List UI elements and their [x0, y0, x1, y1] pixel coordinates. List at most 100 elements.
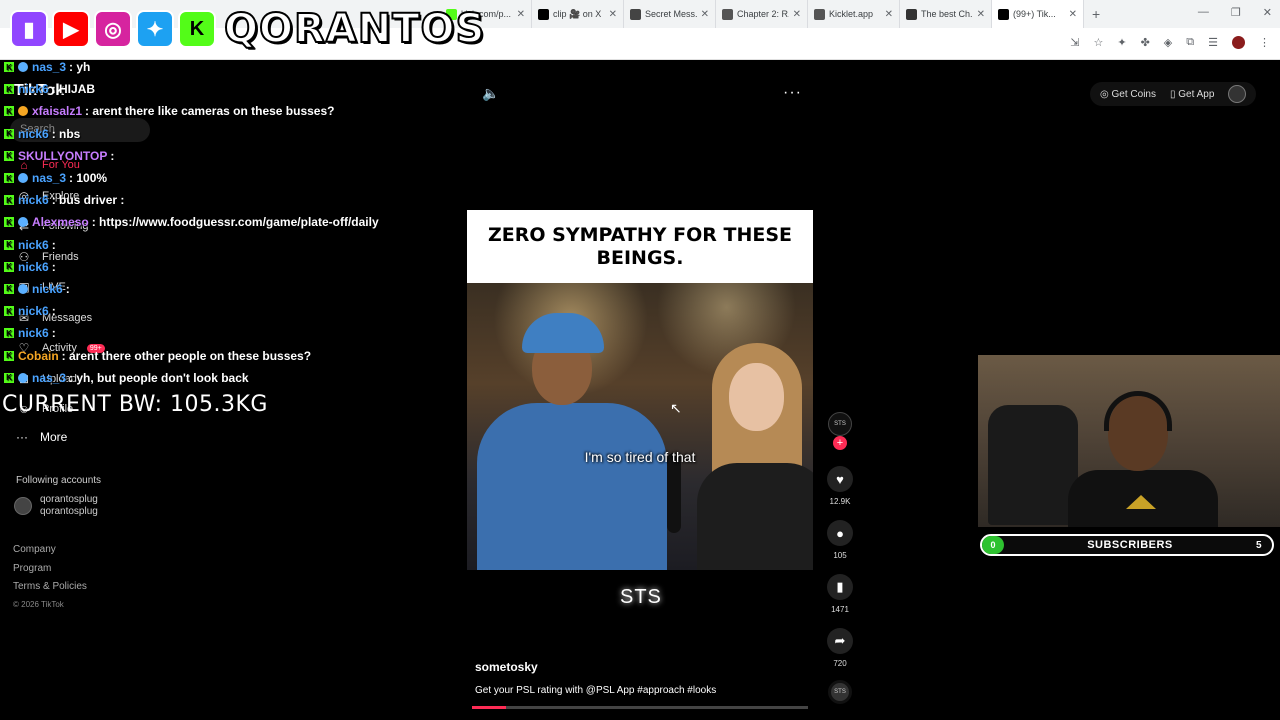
sound-disc[interactable]: STS [828, 680, 852, 704]
footer-link-terms[interactable]: Terms & Policies [13, 581, 87, 600]
extension-icon[interactable]: ✦ [1117, 36, 1126, 49]
chat-badge-icon [18, 372, 28, 383]
screen: kick.com/p...✕clip 🎥 on X✕Secret Mess...… [0, 0, 1280, 720]
footer-link-program[interactable]: Program [13, 563, 87, 582]
chat-username[interactable]: nas_3 [32, 60, 66, 74]
chat-text: : [51, 237, 56, 252]
extensions-puzzle-icon[interactable]: ⧉ [1186, 36, 1194, 49]
window-controls: — ❐ ✕ [1198, 6, 1272, 19]
close-tab-icon[interactable]: ✕ [977, 9, 985, 20]
tab-favicon-icon [538, 8, 549, 20]
person-right [697, 323, 813, 570]
stream-chat-overlay: Knas_3: yh Knick6: HIJAB Kxfaisalz1: arent… [4, 56, 444, 389]
comment-count: 105 [833, 551, 847, 560]
chat-message: Knick6: [4, 256, 444, 278]
chat-username[interactable]: nick6 [18, 238, 49, 252]
chat-username[interactable]: nick6 [18, 193, 49, 207]
reading-list-icon[interactable]: ☰ [1208, 36, 1218, 49]
chat-message: Kxfaisalz1: arent there like cameras on … [4, 100, 444, 122]
browser-tab[interactable]: (99+) Tik... ✕ [992, 0, 1084, 28]
minimize-icon[interactable]: — [1198, 6, 1209, 19]
following-accounts-heading: Following accounts [16, 475, 102, 486]
chat-text: : arent there like cameras on these buss… [85, 104, 335, 119]
extension-icon[interactable]: ◈ [1164, 36, 1172, 49]
more-options-icon[interactable]: ··· [783, 84, 802, 102]
comment-button[interactable]: ● 105 [825, 520, 855, 560]
install-icon[interactable]: ⇲ [1070, 36, 1079, 49]
close-tab-icon[interactable]: ✕ [609, 9, 617, 20]
close-tab-icon[interactable]: ✕ [1069, 9, 1077, 20]
tab-favicon-icon [906, 8, 917, 20]
sidebar-item-label: More [40, 430, 68, 444]
chat-username[interactable]: xfaisalz1 [32, 104, 82, 118]
chat-username[interactable]: nick6 [18, 82, 49, 96]
following-account[interactable]: qorantosplug qorantosplug [14, 494, 98, 518]
close-tab-icon[interactable]: ✕ [793, 9, 801, 20]
sidebar-item-more[interactable]: ··· More [16, 430, 67, 444]
tab-title: Chapter 2: R... [737, 9, 789, 19]
new-tab-button[interactable]: + [1092, 6, 1100, 22]
browser-tab[interactable]: Kicklet.app ✕ [808, 0, 900, 28]
subs-goal: 5 [1256, 539, 1262, 551]
person-left [477, 303, 667, 570]
chat-username[interactable]: nas_3 [32, 371, 66, 385]
account-name: qorantosplug [40, 506, 98, 517]
chat-message: Knick6: [4, 278, 444, 300]
browser-tab[interactable]: Secret Mess... ✕ [624, 0, 716, 28]
tab-title: clip 🎥 on X [553, 8, 602, 19]
chat-text: : yh [69, 60, 91, 75]
chat-text: : HIJAB [51, 82, 96, 97]
chat-username[interactable]: nick6 [18, 127, 49, 141]
address-bar-icons: ⇲ ☆ ✦ ✤ ◈ ⧉ ☰ ⋮ [1070, 36, 1270, 49]
footer-link-company[interactable]: Company [13, 544, 87, 563]
browser-tab[interactable]: clip 🎥 on X ✕ [532, 0, 624, 28]
follow-plus-icon[interactable]: + [833, 436, 847, 450]
save-button[interactable]: ▮ 1471 [825, 574, 855, 614]
browser-tab[interactable]: Chapter 2: R... ✕ [716, 0, 808, 28]
video-description: Get your PSL rating with @PSL App #appro… [475, 685, 717, 696]
chat-username[interactable]: nick6 [32, 282, 63, 296]
chat-message: Knick6: HIJAB [4, 78, 444, 100]
get-coins-button[interactable]: ◎ Get Coins [1100, 89, 1156, 100]
maximize-icon[interactable]: ❐ [1231, 6, 1241, 19]
chat-message: Knas_3: yh [4, 56, 444, 78]
chat-username[interactable]: nick6 [18, 304, 49, 318]
chat-username[interactable]: SKULLYONTOP [18, 149, 107, 163]
browser-menu-icon[interactable]: ⋮ [1259, 36, 1270, 49]
copyright: © 2026 TikTok [13, 599, 64, 609]
chat-username[interactable]: nick6 [18, 326, 49, 340]
chat-username[interactable]: Alexmeso [32, 215, 89, 229]
volume-icon[interactable]: 🔈 [482, 85, 499, 102]
kick-badge-icon: K [4, 128, 14, 139]
close-tab-icon[interactable]: ✕ [701, 9, 709, 20]
extension-icon[interactable]: ✤ [1141, 36, 1150, 49]
close-tab-icon[interactable]: ✕ [885, 9, 893, 20]
share-icon: ➦ [827, 628, 853, 654]
creator-name[interactable]: sometosky [475, 660, 538, 674]
chat-message: Knas_3: yh, but people don't look back [4, 367, 444, 389]
share-button[interactable]: ➦ 720 [825, 628, 855, 668]
chat-text: : https://www.foodguessr.com/game/plate-… [91, 215, 379, 230]
get-app-button[interactable]: ▯ Get App [1170, 89, 1214, 100]
video-progress-bar[interactable] [472, 706, 808, 709]
chat-text: : nbs [51, 126, 81, 141]
chat-username[interactable]: nas_3 [32, 171, 66, 185]
youtube-icon: ▶ [52, 10, 90, 48]
kick-badge-icon: K [4, 62, 14, 73]
profile-avatar[interactable] [1232, 36, 1245, 49]
chat-username[interactable]: Cobain [18, 349, 59, 363]
video-headline: ZERO SYMPATHY FOR THESE BEINGS. [487, 223, 793, 269]
close-tab-icon[interactable]: ✕ [517, 9, 525, 20]
close-window-icon[interactable]: ✕ [1263, 6, 1272, 19]
streamer-name: QORANTOS [223, 5, 486, 53]
user-avatar[interactable] [1228, 85, 1247, 103]
chat-username[interactable]: nick6 [18, 260, 49, 274]
chat-badge-icon [18, 217, 28, 228]
like-button[interactable]: ♥ 12.9K [825, 466, 855, 506]
bookmark-star-icon[interactable]: ☆ [1093, 36, 1103, 49]
browser-tab[interactable]: The best Ch... ✕ [900, 0, 992, 28]
creator-avatar[interactable]: STS [828, 412, 852, 436]
video-progress-fill [472, 706, 506, 709]
chat-badge-icon [18, 283, 28, 294]
video-player[interactable]: ZERO SYMPATHY FOR THESE BEINGS. I'm so t… [467, 210, 813, 570]
